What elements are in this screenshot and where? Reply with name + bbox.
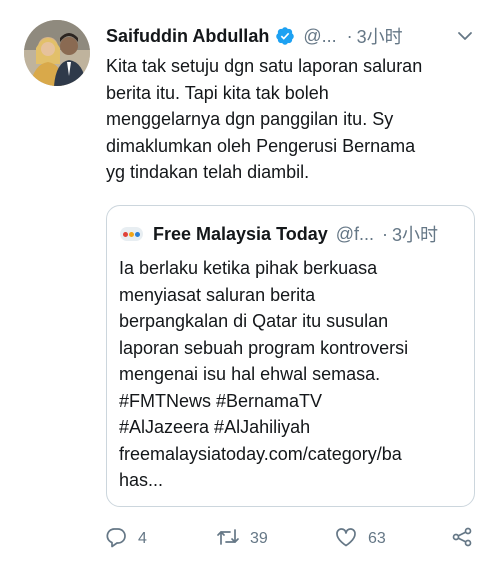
tweet-timestamp[interactable]: 3小时	[357, 23, 403, 49]
tweet-card[interactable]: Saifuddin Abdullah @... · 3小时 Kita tak s…	[0, 0, 498, 568]
quoted-separator-dot: ·	[382, 223, 389, 244]
quoted-author-handle[interactable]: @f...	[336, 224, 374, 245]
tweet-header: Saifuddin Abdullah @... · 3小时	[106, 23, 486, 49]
quoted-author-name[interactable]: Free Malaysia Today	[153, 224, 328, 245]
fmt-logo	[120, 227, 143, 241]
tweet-text: Kita tak setuju dgn satu laporan saluran…	[106, 56, 423, 182]
quoted-timestamp[interactable]: 3小时	[392, 221, 438, 247]
avatar-image	[24, 20, 90, 86]
separator-dot: ·	[346, 25, 353, 46]
retweet-count: 39	[250, 530, 268, 547]
like-count: 63	[368, 530, 386, 547]
like-button[interactable]: 63	[334, 523, 386, 555]
tweet-actions: 4 39 63	[104, 523, 484, 555]
retweet-button[interactable]: 39	[216, 523, 268, 555]
verified-badge-icon	[275, 26, 295, 46]
share-icon	[450, 525, 474, 554]
like-icon	[334, 525, 358, 554]
author-handle[interactable]: @...	[303, 26, 336, 47]
quoted-tweet-header: Free Malaysia Today @f... · 3小时	[120, 221, 465, 247]
retweet-icon	[216, 525, 240, 554]
quoted-tweet[interactable]: Free Malaysia Today @f... · 3小时 Ia berla…	[106, 205, 475, 507]
share-button[interactable]	[450, 523, 474, 555]
chevron-down-icon[interactable]	[455, 26, 475, 46]
author-name[interactable]: Saifuddin Abdullah	[106, 26, 269, 47]
quoted-tweet-text: Ia berlaku ketika pihak berkuasa menyias…	[119, 258, 409, 490]
reply-button[interactable]: 4	[104, 523, 147, 555]
reply-count: 4	[138, 530, 147, 547]
reply-icon	[104, 525, 128, 554]
avatar[interactable]	[24, 20, 90, 86]
